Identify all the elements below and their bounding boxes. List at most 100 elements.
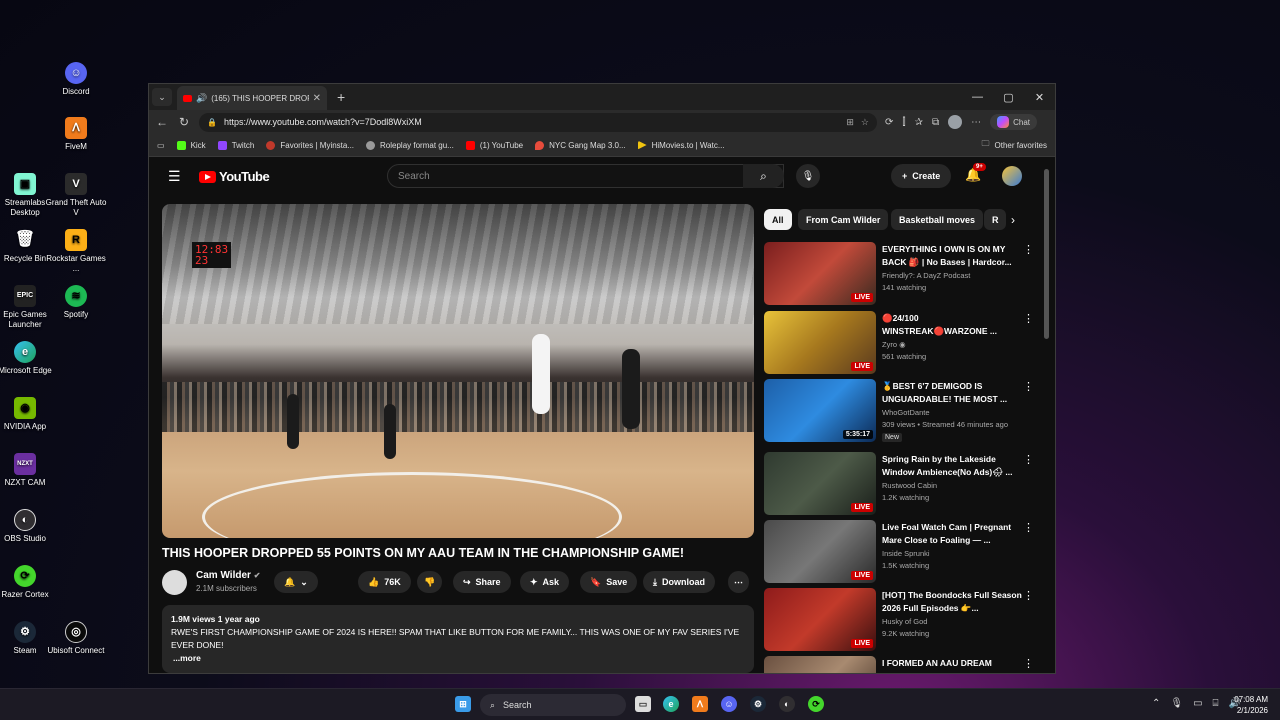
recommended-item[interactable]: 5:35:17 🥇BEST 6'7 DEMIGOD IS UNGUARDABLE… — [764, 379, 1040, 443]
favorite-kick[interactable]: Kick — [176, 140, 206, 150]
recommended-item[interactable]: LIVE 🔴24/100 WINSTREAK🔴WARZONE ... Zyro … — [764, 311, 1040, 375]
taskbar-search[interactable]: ⌕ Search — [480, 694, 626, 716]
rec-title[interactable]: EVERYTHING I OWN IS ON MY BACK 🎒 | No Ba… — [882, 243, 1022, 269]
account-avatar[interactable] — [1002, 166, 1022, 186]
url-text[interactable]: https://www.youtube.com/watch?v=7Dodl8Wx… — [224, 117, 839, 127]
reading-mode-icon[interactable]: ▭ — [157, 141, 165, 150]
chevron-right-icon[interactable]: › — [1011, 213, 1015, 227]
split-screen-icon[interactable]: ⫿ — [902, 117, 905, 128]
search-button[interactable]: ⌕ — [743, 164, 784, 188]
razer-cortex-icon[interactable]: ⟳ — [808, 696, 824, 712]
favorite-roleplay[interactable]: Roleplay format gu... — [366, 140, 454, 150]
rec-title[interactable]: 🥇BEST 6'7 DEMIGOD IS UNGUARDABLE! THE MO… — [882, 380, 1022, 406]
task-view-icon[interactable]: ▭ — [635, 696, 651, 712]
rec-channel[interactable]: Friendly?: A DayZ Podcast — [882, 271, 970, 280]
favorite-youtube[interactable]: (1) YouTube — [465, 140, 523, 150]
recommended-item[interactable]: I FORMED AN AAU DREAM ⋮ — [764, 656, 1040, 673]
desktop-icon-nvidia[interactable]: ◉ NVIDIA App — [0, 397, 58, 432]
thumbnail[interactable]: LIVE — [764, 588, 876, 651]
youtube-logo[interactable]: YouTube — [199, 169, 270, 184]
dislike-button[interactable]: 👎 — [417, 571, 443, 593]
subscribe-bell-button[interactable]: 🔔 ⌄ — [274, 571, 318, 593]
chevron-up-icon[interactable]: ⌃ — [1152, 698, 1160, 709]
page-scrollbar[interactable] — [1044, 169, 1049, 339]
steam-icon[interactable]: ⚙ — [750, 696, 766, 712]
desktop-icon-nzxt[interactable]: NZXT NZXT CAM — [0, 453, 58, 488]
tab-youtube[interactable]: 🔊 (165) THIS HOOPER DROPPED 5 ✕ — [177, 86, 327, 110]
rec-channel[interactable]: WhoGotDante — [882, 408, 930, 417]
desktop-icon-fivem[interactable]: ᐱ FiveM — [43, 117, 109, 152]
microphone-icon[interactable]: 🎙 — [1170, 698, 1183, 709]
rec-channel[interactable]: Rustwood Cabin — [882, 481, 937, 490]
back-button[interactable]: ← — [155, 115, 169, 129]
more-vertical-icon[interactable]: ⋮ — [1023, 589, 1034, 602]
more-options-icon[interactable]: ⋯ — [971, 117, 981, 128]
thumbnail[interactable] — [764, 656, 876, 673]
edge-icon[interactable]: e — [663, 696, 679, 712]
save-button[interactable]: 🔖 Save — [580, 571, 638, 593]
download-button[interactable]: ⤓ Download — [643, 571, 715, 593]
display-icon[interactable]: ▭ — [1193, 698, 1202, 709]
channel-avatar[interactable] — [162, 570, 187, 595]
tab-actions-button[interactable]: ⌄ — [152, 88, 172, 106]
rec-title[interactable]: [HOT] The Boondocks Full Season 2026 Ful… — [882, 589, 1022, 615]
more-vertical-icon[interactable]: ⋮ — [1023, 380, 1034, 393]
desktop-icon-edge[interactable]: e Microsoft Edge — [0, 341, 58, 376]
rec-channel[interactable]: Inside Sprunki — [882, 549, 930, 558]
rec-channel[interactable]: Zyro ◉ — [882, 340, 906, 349]
start-windows-icon[interactable]: ⊞ — [455, 696, 471, 712]
favorites-icon[interactable]: ✰ — [915, 117, 923, 128]
more-vertical-icon[interactable]: ⋮ — [1023, 312, 1034, 325]
copilot-chat-button[interactable]: Chat — [990, 114, 1038, 130]
desktop-icon-discord[interactable]: ☺ Discord — [43, 62, 109, 97]
like-button[interactable]: 👍 76K — [358, 571, 411, 593]
desktop-icon-ubisoft[interactable]: ◎ Ubisoft Connect — [43, 621, 109, 656]
speaker-icon[interactable]: 🔊 — [196, 93, 207, 104]
clock[interactable]: 07:08 AM 2/1/2026 — [1228, 694, 1268, 716]
rec-title[interactable]: Live Foal Watch Cam | Pregnant Mare Clos… — [882, 521, 1022, 547]
create-button[interactable]: + Create — [891, 164, 952, 188]
channel-name[interactable]: Cam Wilder ✔ — [196, 570, 260, 581]
more-vertical-icon[interactable]: ⋮ — [1023, 657, 1034, 670]
rec-title[interactable]: 🔴24/100 WINSTREAK🔴WARZONE ... — [882, 312, 1022, 338]
more-actions-button[interactable]: ⋯ — [728, 571, 749, 593]
thumbnail[interactable]: 5:35:17 — [764, 379, 876, 442]
close-tab-icon[interactable]: ✕ — [313, 93, 321, 104]
ask-button[interactable]: ✦ Ask — [520, 571, 570, 593]
minimize-button[interactable]: — — [962, 84, 993, 110]
close-window-button[interactable]: ✕ — [1024, 84, 1055, 110]
video-player[interactable]: 12:83 23 — [162, 204, 754, 538]
rec-title[interactable]: Spring Rain by the Lakeside Window Ambie… — [882, 453, 1022, 479]
site-info-icon[interactable]: 🔒 — [207, 118, 217, 127]
rec-title[interactable]: I FORMED AN AAU DREAM — [882, 657, 1022, 670]
network-icon[interactable]: ⌸ — [1213, 698, 1219, 709]
chip-all[interactable]: All — [764, 209, 792, 230]
favorite-myinsta[interactable]: Favorites | Myinsta... — [266, 140, 354, 150]
chip-partial[interactable]: R — [984, 209, 1006, 230]
thumbnail[interactable]: LIVE — [764, 311, 876, 374]
profile-avatar[interactable] — [948, 115, 963, 129]
recommended-item[interactable]: LIVE Live Foal Watch Cam | Pregnant Mare… — [764, 520, 1040, 584]
refresh-button[interactable]: ↻ — [177, 115, 191, 129]
desktop-icon-spotify[interactable]: ≋ Spotify — [43, 285, 109, 320]
search-input[interactable]: Search — [387, 164, 784, 188]
more-vertical-icon[interactable]: ⋮ — [1023, 243, 1034, 256]
chip-from-cam-wilder[interactable]: From Cam Wilder — [798, 209, 889, 230]
fivem-icon[interactable]: ᐱ — [692, 696, 708, 712]
more-vertical-icon[interactable]: ⋮ — [1023, 521, 1034, 534]
desktop-icon-razer[interactable]: ⟳ Razer Cortex — [0, 565, 58, 600]
favorite-star-icon[interactable]: ☆ — [861, 117, 869, 128]
chip-basketball-moves[interactable]: Basketball moves — [891, 209, 984, 230]
desktop-icon-gta[interactable]: V Grand Theft Auto V — [43, 173, 109, 218]
collections-icon[interactable]: ⧉ — [932, 117, 939, 128]
favorite-himovies[interactable]: HiMovies.to | Watc... — [637, 140, 725, 150]
thumbnail[interactable]: LIVE — [764, 520, 876, 583]
thumbnail[interactable]: LIVE — [764, 452, 876, 515]
thumbnail[interactable]: LIVE — [764, 242, 876, 305]
recommended-item[interactable]: LIVE Spring Rain by the Lakeside Window … — [764, 452, 1040, 516]
extensions-icon[interactable]: ⟳ — [885, 117, 893, 128]
notifications-button[interactable]: 🔔 9+ — [965, 163, 986, 183]
share-button[interactable]: ↪ Share — [453, 571, 511, 593]
favorite-nyc-gang-map[interactable]: NYC Gang Map 3.0... — [535, 140, 626, 150]
rec-channel[interactable]: Husky of God — [882, 617, 927, 626]
